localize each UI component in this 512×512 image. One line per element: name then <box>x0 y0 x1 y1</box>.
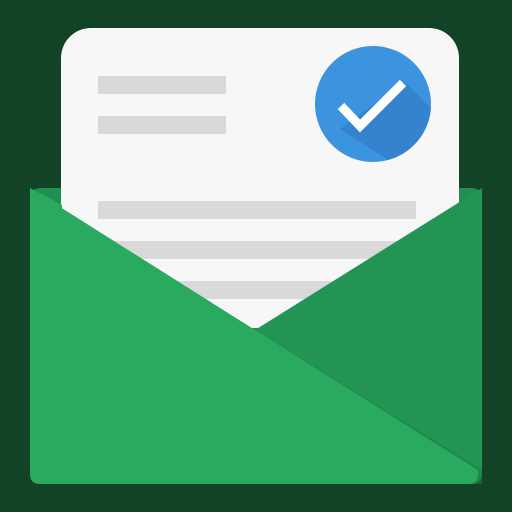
mail-verified-icon <box>0 0 512 512</box>
verified-badge-icon <box>315 46 431 162</box>
app-icon <box>0 0 512 512</box>
letter-line <box>98 76 226 94</box>
letter-line <box>98 116 226 134</box>
letter-line <box>98 241 416 259</box>
letter-line <box>98 201 416 219</box>
